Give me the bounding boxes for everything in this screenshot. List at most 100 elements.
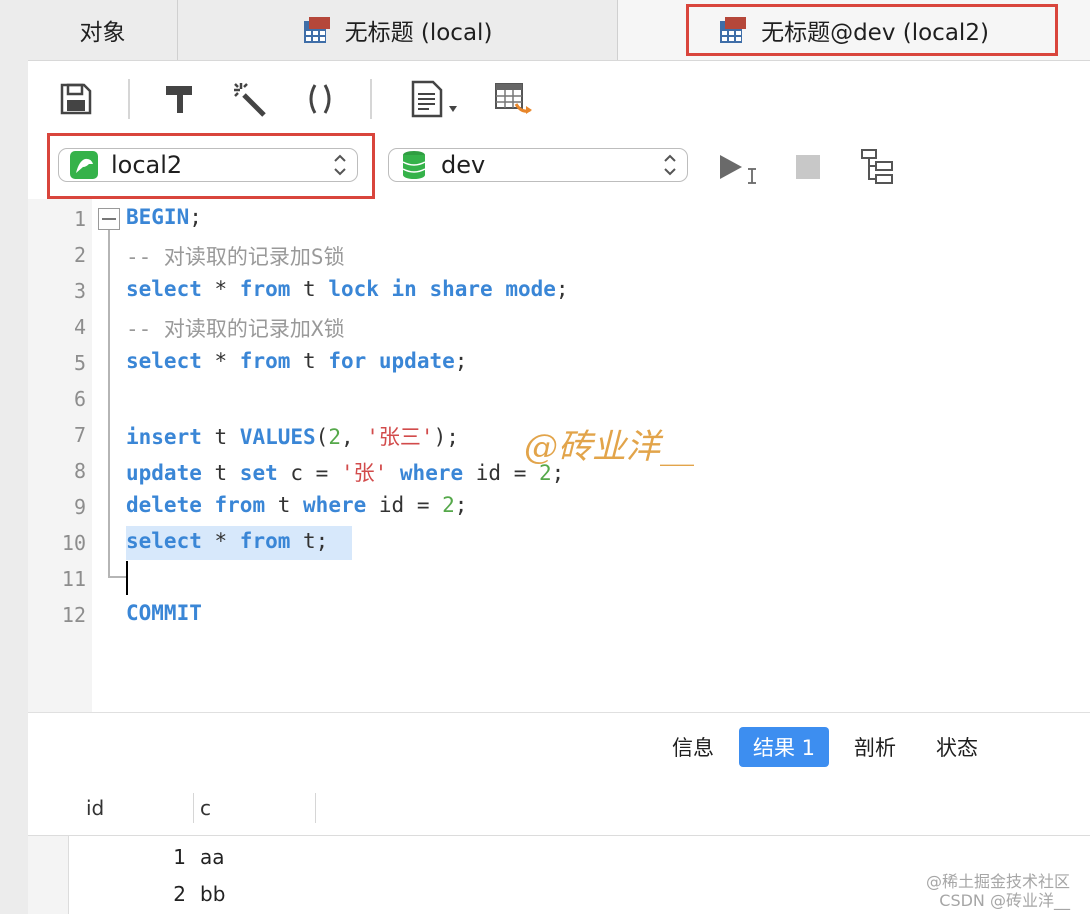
line-number: 7 — [73, 423, 86, 447]
tab-bar: 对象 无标题 (local) 无标题@dev (local2) — [28, 0, 1090, 61]
tab-untitled-local[interactable]: 无标题 (local) — [178, 0, 618, 60]
code-line[interactable]: BEGIN; — [126, 205, 202, 229]
run-icon — [720, 155, 756, 184]
code-line[interactable]: delete from t where id = 2; — [126, 493, 467, 517]
explain-button[interactable] — [858, 147, 898, 187]
updown-chevron-icon — [664, 154, 676, 176]
code-token: where — [303, 493, 367, 517]
stop-button[interactable] — [788, 147, 828, 187]
code-token: update — [126, 461, 202, 485]
snippet-document-icon — [411, 80, 457, 118]
code-line[interactable]: select * from t; — [126, 529, 328, 553]
code-line[interactable]: COMMIT — [126, 601, 202, 625]
code-token: set — [239, 461, 278, 485]
text-caret — [126, 561, 128, 595]
credit-csdn: CSDN @砖业洋__ — [939, 891, 1070, 910]
line-number: 2 — [73, 243, 86, 267]
tab-objects[interactable]: 对象 — [28, 0, 178, 60]
tab-result-1[interactable]: 结果 1 — [739, 727, 830, 767]
cell-id[interactable]: 1 — [128, 845, 186, 869]
highlight-box-connection — [47, 133, 375, 199]
code-line[interactable]: insert t VALUES(2, '张三'); — [126, 421, 459, 451]
fold-guide — [108, 230, 110, 578]
code-token: t — [201, 425, 240, 449]
fold-toggle[interactable] — [98, 208, 120, 230]
beautify-button[interactable] — [230, 79, 270, 119]
code-token: ); — [433, 425, 459, 449]
export-button[interactable] — [494, 79, 534, 119]
left-strip — [0, 0, 29, 914]
beautify-wand-icon — [234, 83, 266, 117]
code-token: BEGIN — [126, 205, 190, 229]
table-export-icon — [495, 83, 532, 114]
stop-icon — [796, 155, 820, 179]
line-number: 5 — [73, 351, 86, 375]
snippet-button[interactable] — [408, 79, 464, 119]
code-token: '张' — [340, 461, 388, 485]
cell-c[interactable]: aa — [200, 845, 225, 869]
run-button[interactable] — [714, 147, 764, 187]
code-token: * — [201, 529, 240, 553]
result-tabs: 信息 结果 1 剖析 状态 — [28, 712, 1090, 782]
code-token: for update — [328, 349, 455, 373]
result-grid[interactable]: id c 1 aa 2 bb @稀土掘金技术社区 CSDN @砖业洋__ — [28, 781, 1090, 914]
tab-profile[interactable]: 剖析 — [840, 727, 910, 767]
format-button[interactable] — [160, 79, 200, 119]
toolbar-separator — [370, 79, 372, 119]
column-header-c[interactable]: c — [200, 781, 211, 835]
code-token: t — [201, 461, 240, 485]
code-line[interactable]: update t set c = '张' where id = 2; — [126, 457, 564, 487]
code-line[interactable]: -- 对读取的记录加S锁 — [126, 241, 345, 271]
cell-c[interactable]: bb — [200, 882, 225, 906]
highlight-box-tab — [686, 4, 1058, 56]
code-token: 2 — [442, 493, 455, 517]
code-token: , — [340, 425, 367, 449]
explain-plan-icon — [861, 149, 893, 184]
code-line[interactable]: select * from t lock in share mode; — [126, 277, 569, 301]
code-token: insert — [126, 425, 202, 449]
toolbar — [28, 61, 1090, 135]
cell-id[interactable]: 2 — [128, 882, 186, 906]
save-icon — [60, 83, 92, 115]
line-number: 6 — [73, 387, 86, 411]
column-header-id[interactable]: id — [86, 781, 104, 835]
code-token: select — [126, 349, 202, 373]
database-select[interactable]: dev — [388, 148, 688, 182]
parentheses-button[interactable] — [300, 79, 340, 119]
code-token: -- 对读取的记录加S锁 — [126, 245, 345, 269]
code-token: from — [239, 529, 291, 553]
tab-info[interactable]: 信息 — [658, 727, 728, 767]
database-select-value: dev — [441, 151, 486, 179]
code-token: ; — [189, 205, 202, 229]
line-number: 10 — [61, 531, 86, 555]
line-number: 8 — [73, 459, 86, 483]
sql-editor[interactable]: 1 2 3 4 5 6 7 8 9 10 11 12 BEGIN; -- 对读取的记录加S锁 select… — [28, 199, 1090, 712]
code-token: from — [239, 349, 291, 373]
line-number: 12 — [61, 603, 86, 627]
column-separator — [193, 793, 194, 823]
line-number-gutter: 1 2 3 4 5 6 7 8 9 10 11 12 — [28, 199, 92, 712]
watermark: @砖业洋__ — [524, 427, 694, 467]
code-token: COMMIT — [126, 601, 202, 625]
tab-status[interactable]: 状态 — [922, 727, 992, 767]
code-token: t — [290, 349, 329, 373]
code-token: ; — [454, 349, 468, 373]
code-token: select — [126, 529, 202, 553]
tab-untitled-local-label: 无标题 (local) — [344, 20, 493, 46]
save-button[interactable] — [56, 79, 96, 119]
code-token: ; — [454, 493, 468, 517]
format-hammer-icon — [166, 86, 192, 113]
code-token: where — [399, 461, 464, 485]
fold-guide-end — [108, 576, 126, 578]
code-token: ; — [555, 277, 569, 301]
code-token: select — [126, 277, 202, 301]
code-line[interactable]: -- 对读取的记录加X锁 — [126, 313, 345, 343]
tab-objects-label: 对象 — [79, 20, 126, 46]
line-number: 3 — [73, 279, 86, 303]
line-number: 11 — [61, 567, 86, 591]
code-token: t; — [290, 529, 329, 553]
column-separator — [315, 793, 316, 823]
code-line[interactable]: select * from t for update; — [126, 349, 467, 373]
